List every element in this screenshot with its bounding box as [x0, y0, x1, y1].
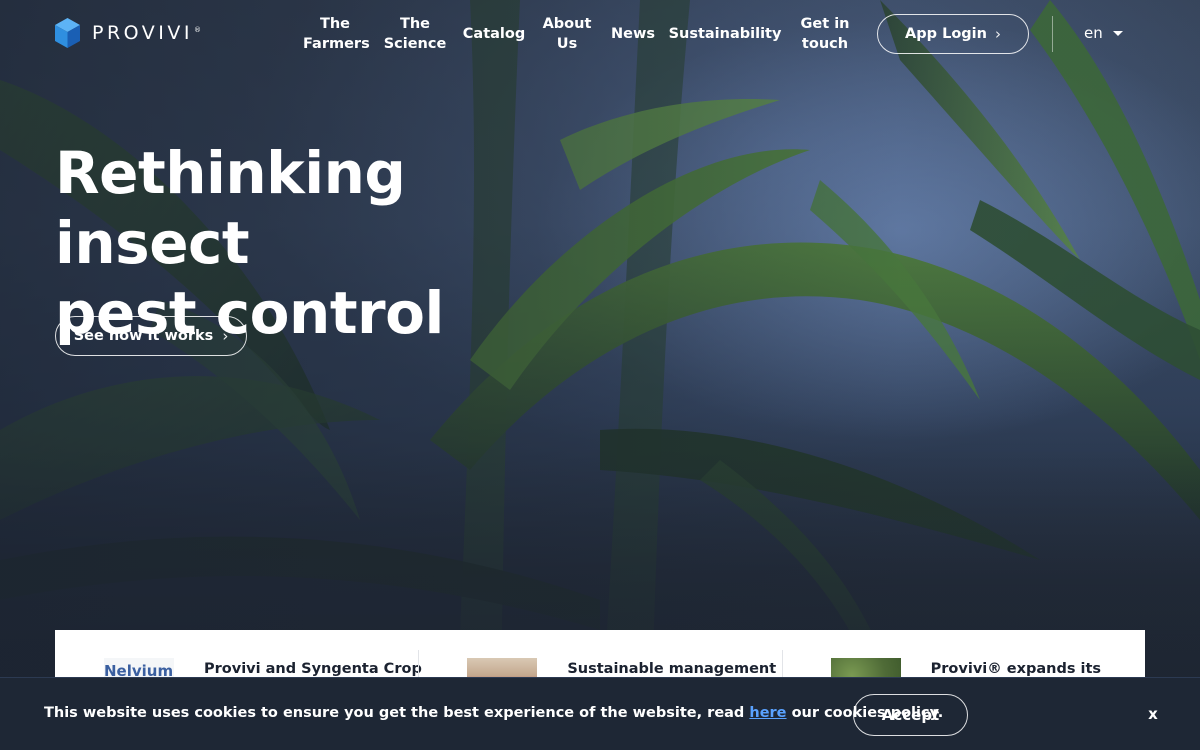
nav-item-label: Sustainability [668, 26, 782, 42]
logo-wordmark: PROVIVI® [92, 22, 201, 44]
nav-item-label: News [611, 26, 655, 42]
nav-item-label: Get in touch [800, 16, 850, 52]
nav-item-get-in-touch[interactable]: Get in touch [795, 13, 855, 55]
accept-cookies-button[interactable]: Accept [853, 694, 968, 736]
nav-item-sustainability[interactable]: Sustainability [669, 13, 782, 55]
see-how-it-works-button[interactable]: See how it works › [55, 316, 247, 356]
chevron-right-icon: › [222, 327, 229, 345]
news-title: Provivi and Syngenta Crop [204, 661, 422, 677]
provivi-logo[interactable]: PROVIVI® [55, 18, 201, 48]
app-login-label: App Login [905, 26, 987, 42]
nav-item-label: The Science [383, 16, 447, 52]
nav-item-the-science[interactable]: The Science [383, 13, 447, 55]
site-header: PROVIVI® The Farmers The Science Catalog… [0, 0, 1200, 70]
nav-item-label: About Us [542, 16, 592, 52]
caret-down-icon [1112, 30, 1123, 36]
nav-item-news[interactable]: News [608, 13, 658, 55]
accept-label: Accept [881, 706, 940, 724]
cookie-text-before: This website uses cookies to ensure you … [44, 705, 750, 721]
cookie-message: This website uses cookies to ensure you … [44, 705, 943, 721]
cube-logo-icon [55, 18, 80, 48]
app-login-button[interactable]: App Login › [877, 14, 1029, 54]
close-icon[interactable]: x [1145, 705, 1161, 725]
header-divider [1052, 16, 1053, 52]
language-selector[interactable]: en [1084, 24, 1123, 42]
nav-item-label: Catalog [462, 26, 526, 42]
cookie-consent-bar: This website uses cookies to ensure you … [0, 677, 1200, 750]
nav-item-the-farmers[interactable]: The Farmers [303, 13, 370, 55]
cta-label: See how it works [73, 328, 214, 344]
news-title: Provivi® expands its [930, 661, 1102, 677]
nav-item-catalog[interactable]: Catalog [462, 13, 526, 55]
language-label: en [1084, 24, 1103, 42]
hero-headline-line-1: Rethinking insect [55, 139, 406, 277]
nav-item-label: The Farmers [303, 16, 370, 52]
nav-item-about-us[interactable]: About Us [540, 13, 594, 55]
chevron-right-icon: › [994, 25, 1001, 43]
cookie-policy-link[interactable]: here [749, 705, 786, 721]
news-title: Sustainable management [567, 661, 777, 677]
